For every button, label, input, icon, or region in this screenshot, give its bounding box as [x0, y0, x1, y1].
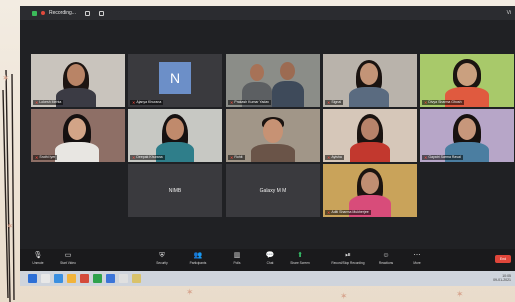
- chat-icon: 💬: [265, 252, 275, 259]
- video-tile[interactable]: N ✕ Ajanya Khurana: [128, 54, 222, 107]
- mic-off-icon: ✕: [35, 100, 39, 105]
- start-icon[interactable]: [28, 274, 37, 283]
- video-tile[interactable]: ✕ Signal: [323, 54, 417, 107]
- star-decoration: ✶: [6, 221, 14, 231]
- app-icon: [32, 10, 37, 16]
- video-tile[interactable]: NIMB: [128, 164, 222, 217]
- start-video-button[interactable]: ▭ Start Video: [54, 251, 82, 269]
- mic-off-icon: ✕: [132, 100, 136, 105]
- people-icon: 👥: [193, 252, 203, 259]
- poll-icon: ▥: [233, 252, 241, 259]
- participant-name: ✕ Gayatri Sarma Raval: [422, 155, 463, 160]
- participants-button[interactable]: 👥 Participants: [184, 251, 212, 269]
- record-icon: ⏯: [345, 252, 351, 259]
- recording-icon: [41, 11, 45, 15]
- camera-icon: ▭: [64, 252, 72, 259]
- avatar: N: [159, 62, 191, 94]
- polls-button[interactable]: ▥ Polls: [223, 251, 251, 269]
- participant-name: ✕ Sruthi Iyer: [33, 155, 58, 160]
- share-screen-button[interactable]: ⬆ Share Screen: [286, 251, 314, 269]
- pause-icon[interactable]: [84, 10, 90, 16]
- smile-icon: ☺: [382, 252, 390, 259]
- clock-date: 09-01-2021: [493, 278, 511, 282]
- stop-icon[interactable]: [98, 10, 104, 16]
- participant-name: ✕ Ayisha: [325, 155, 344, 160]
- meeting-toolbar: 🎙 Unmute ▭ Start Video ⛨ Security 👥 Particip…: [20, 249, 515, 271]
- video-tile[interactable]: ✕ Divya Sharma Ghosh: [420, 54, 514, 107]
- mic-off-icon: ✕: [327, 210, 331, 215]
- star-decoration: ✶: [456, 289, 464, 299]
- star-decoration: ✶: [340, 291, 348, 301]
- mic-off-icon: ✕: [230, 155, 234, 160]
- app-icon[interactable]: [54, 274, 63, 283]
- zoom-window: Recording... Vi ✕ Lokesh Mehta N ✕ Ajanya …: [20, 6, 515, 286]
- video-tile[interactable]: ✕ Lokesh Mehta: [31, 54, 125, 107]
- window-title: Recording...: [49, 10, 76, 16]
- mic-off-icon: ✕: [424, 100, 428, 105]
- reactions-button[interactable]: ☺ Reactions: [372, 251, 400, 269]
- mic-off-icon: ✕: [35, 155, 39, 160]
- star-decoration: ✶: [2, 73, 10, 83]
- more-icon: ⋯: [413, 252, 421, 259]
- unmute-button[interactable]: 🎙 Unmute: [24, 251, 52, 269]
- video-tile[interactable]: ✕ Rohit: [226, 109, 320, 162]
- participant-name: ✕ Lokesh Mehta: [33, 100, 64, 105]
- participant-name: Galaxy M M: [259, 187, 287, 194]
- os-taskbar: 10:05 09-01-2021: [20, 271, 515, 286]
- end-button[interactable]: End: [495, 255, 511, 263]
- participant-name: NIMB: [168, 187, 182, 194]
- mic-off-icon: ✕: [327, 155, 331, 160]
- participant-name: ✕ Divya Sharma Ghosh: [422, 100, 464, 105]
- system-tray[interactable]: 10:05 09-01-2021: [493, 274, 511, 282]
- participant-name: ✕ Aditi Sharma Mukherjee: [325, 210, 371, 215]
- view-label[interactable]: Vi: [507, 10, 511, 16]
- video-tile[interactable]: ✕ Sruthi Iyer: [31, 109, 125, 162]
- record-button[interactable]: ⏯ Record/Stop Recording: [328, 251, 368, 269]
- chat-button[interactable]: 💬 Chat: [256, 251, 284, 269]
- mic-off-icon: ✕: [424, 155, 428, 160]
- shield-icon: ⛨: [159, 252, 165, 259]
- app-icon[interactable]: [93, 274, 102, 283]
- video-tile[interactable]: Galaxy M M: [226, 164, 320, 217]
- more-button[interactable]: ⋯ More: [403, 251, 431, 269]
- participant-name: ✕ Prakash Kumar Yadav: [228, 100, 272, 105]
- security-button[interactable]: ⛨ Security: [148, 251, 176, 269]
- video-tile[interactable]: ✕ Gayatri Sarma Raval: [420, 109, 514, 162]
- video-tile[interactable]: ✕ Aditi Sharma Mukherjee: [323, 164, 417, 217]
- participant-name: ✕ Ajanya Khurana: [130, 100, 164, 105]
- video-tile[interactable]: ✕ Deepak Khurana: [128, 109, 222, 162]
- microphone-icon: 🎙: [33, 252, 43, 259]
- app-icon[interactable]: [119, 274, 128, 283]
- star-decoration: ✶: [186, 287, 194, 297]
- mic-off-icon: ✕: [327, 100, 331, 105]
- app-icon[interactable]: [80, 274, 89, 283]
- mic-off-icon: ✕: [230, 100, 234, 105]
- participant-name: ✕ Rohit: [228, 155, 245, 160]
- video-tile[interactable]: ✕ Ayisha: [323, 109, 417, 162]
- title-bar: Recording... Vi: [20, 6, 515, 20]
- participant-name: ✕ Signal: [325, 100, 344, 105]
- video-tile[interactable]: ✕ Prakash Kumar Yadav: [226, 54, 320, 107]
- folder-icon[interactable]: [67, 274, 76, 283]
- share-screen-icon: ⬆: [297, 252, 303, 259]
- browser-icon[interactable]: [106, 274, 115, 283]
- search-icon[interactable]: [41, 274, 50, 283]
- participant-name: ✕ Deepak Khurana: [130, 155, 165, 160]
- app-icon[interactable]: [132, 274, 141, 283]
- mic-off-icon: ✕: [132, 155, 136, 160]
